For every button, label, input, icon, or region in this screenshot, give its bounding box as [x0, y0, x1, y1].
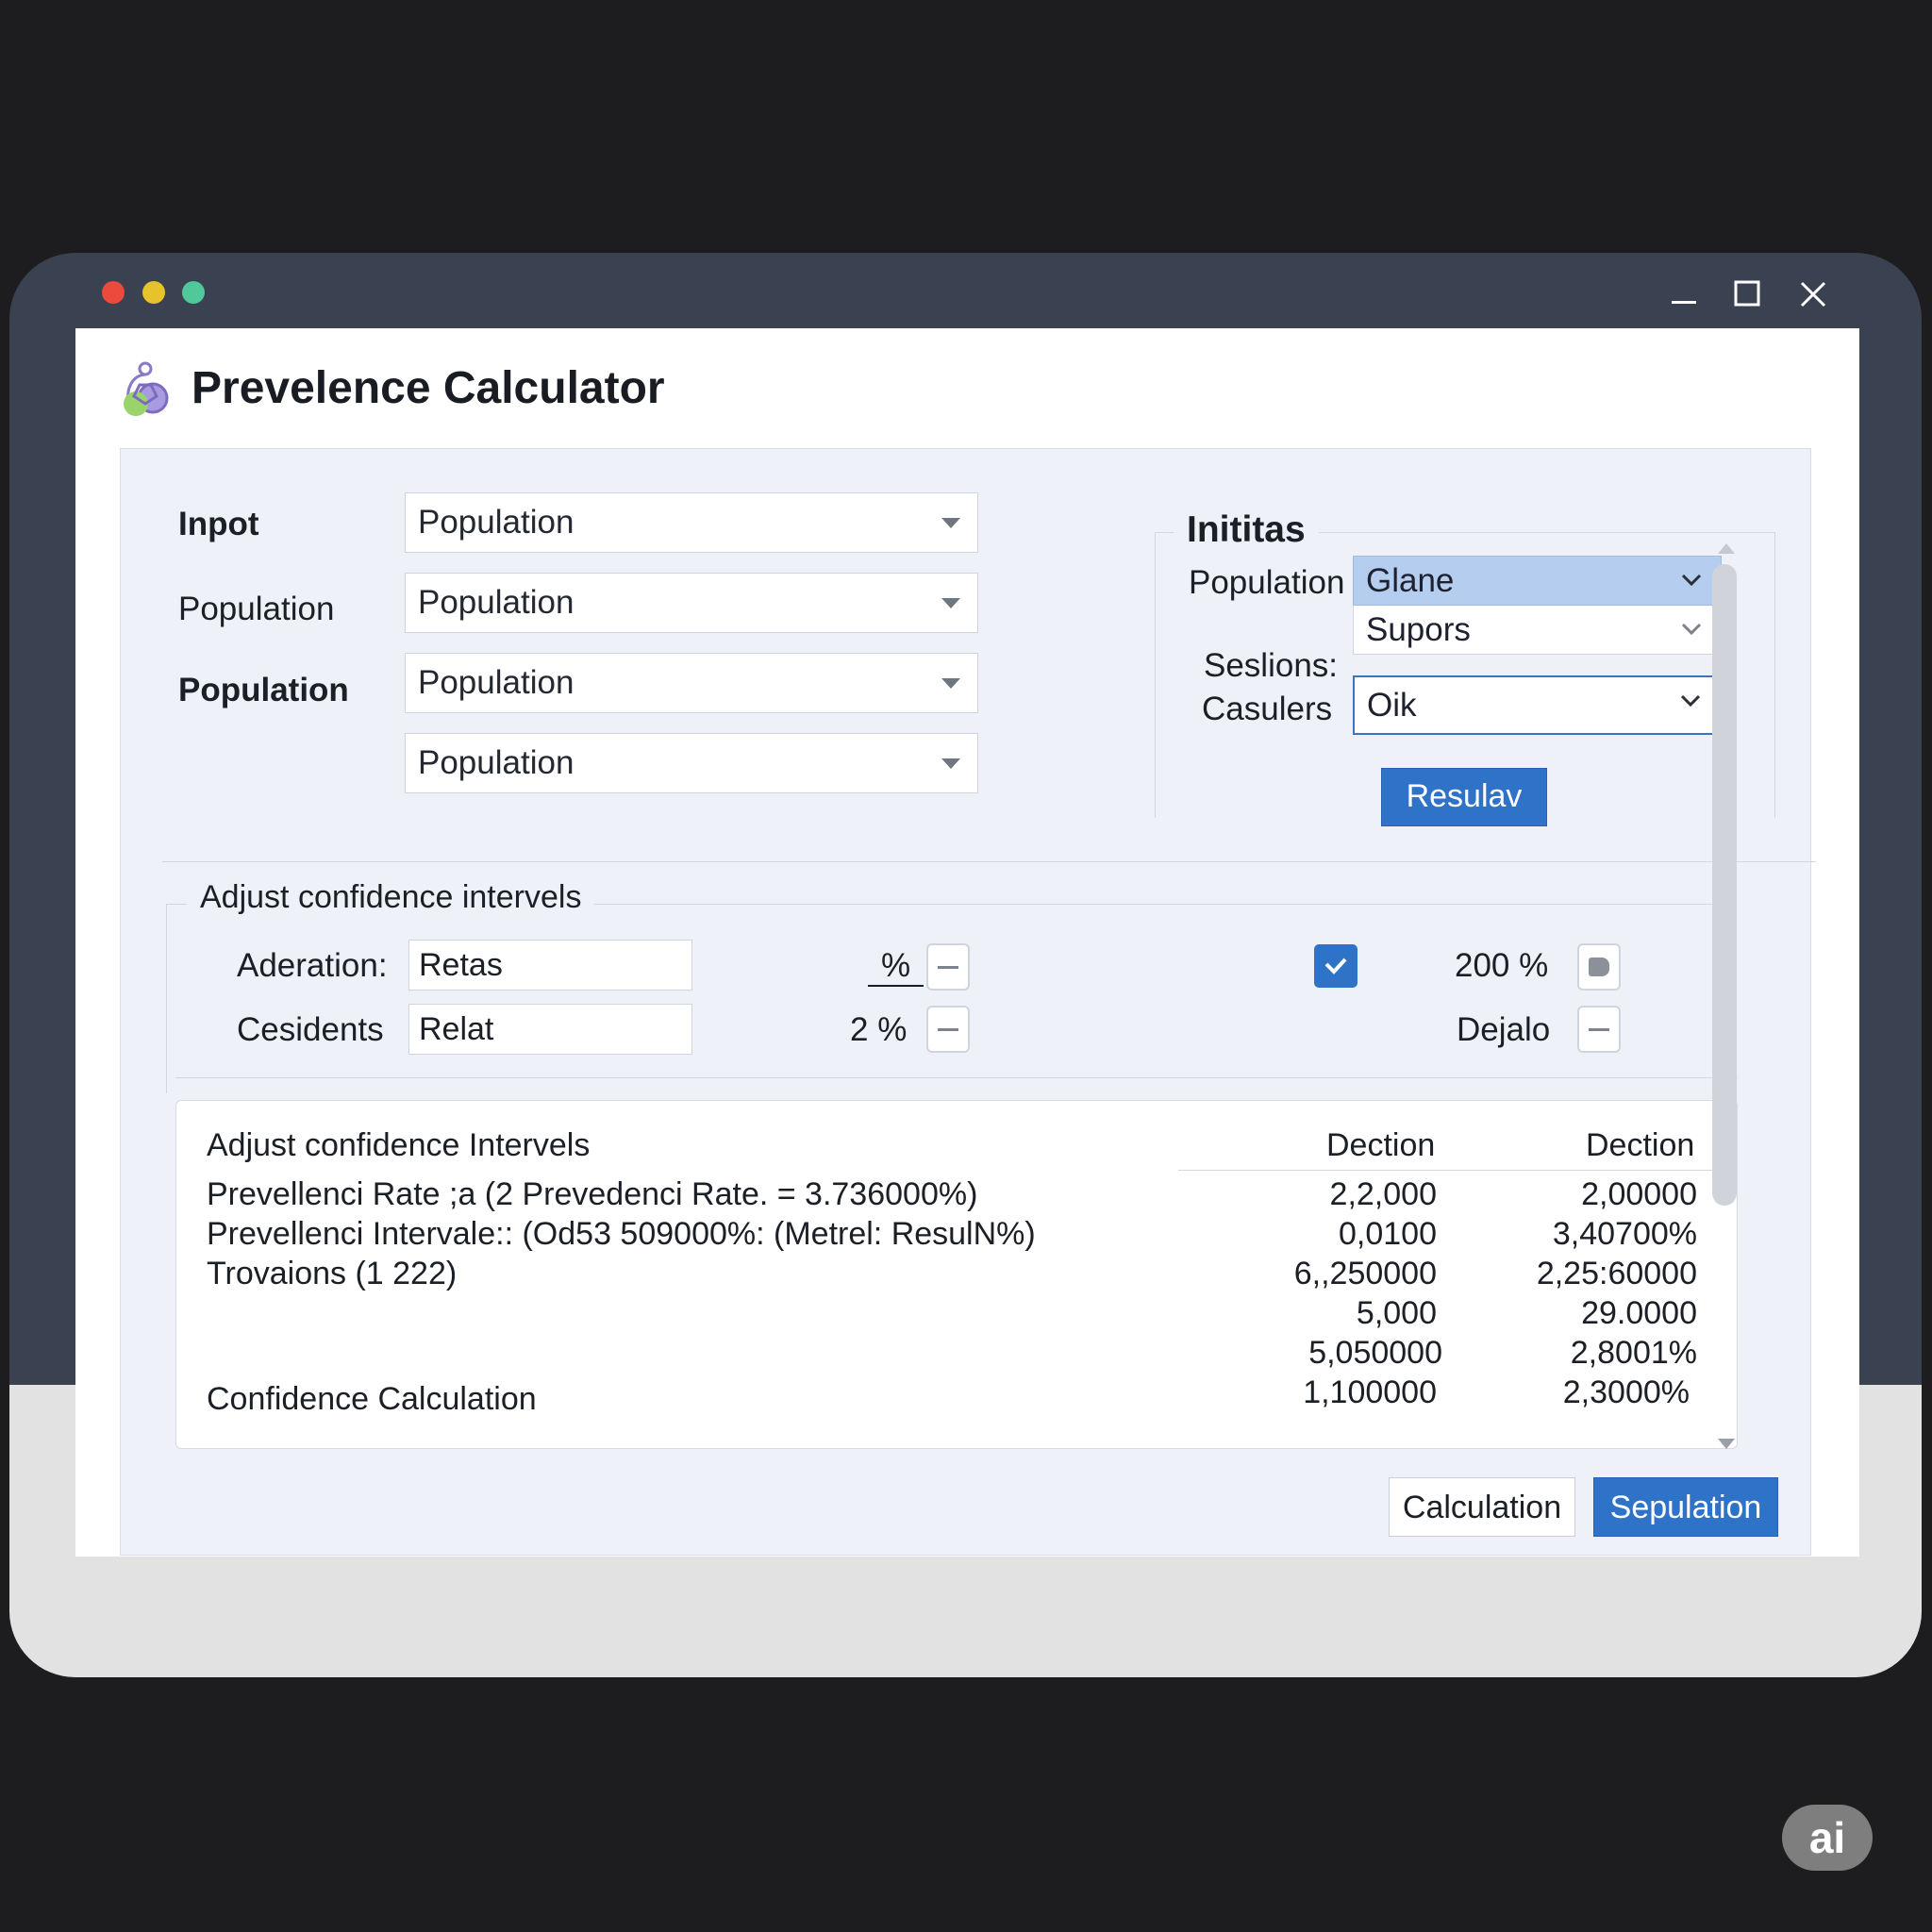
dropdown-arrow-icon	[941, 678, 960, 689]
results-col1-header: Dection	[1326, 1127, 1436, 1163]
minus-icon	[938, 966, 958, 969]
col2-value: 2,8001%	[1570, 1335, 1697, 1371]
minus-icon	[1589, 1028, 1609, 1031]
minimize-dot-icon[interactable]	[142, 281, 165, 304]
toggle-button[interactable]	[1577, 943, 1621, 991]
toggle-knob-icon	[1589, 958, 1609, 976]
population-select-1[interactable]: Population	[405, 573, 978, 633]
aderation-decrement-button[interactable]	[926, 943, 970, 991]
col2-value: 2,3000%	[1562, 1374, 1690, 1410]
population-label-bold: Population	[178, 672, 349, 708]
sessions-dropdown[interactable]: Oik	[1353, 675, 1722, 735]
results-title: Adjust confidence Intervels	[207, 1127, 591, 1163]
col2-value: 29.0000	[1581, 1295, 1697, 1331]
input-select[interactable]: Population	[405, 492, 978, 553]
col2-value: 3,40700%	[1552, 1216, 1697, 1252]
population-select-2-value: Population	[418, 664, 575, 701]
input-label: Inpot	[178, 506, 259, 542]
population-select-2[interactable]: Population	[405, 653, 978, 713]
casulers-label: Casulers	[1202, 691, 1333, 727]
maximize-icon[interactable]	[1726, 274, 1768, 315]
aderation-label: Aderation:	[237, 947, 388, 984]
scroll-up-icon[interactable]	[1718, 543, 1735, 554]
cesidents-unit: 2 %	[850, 1011, 908, 1048]
chevron-down-icon	[1680, 694, 1701, 708]
results-col2-header: Dection	[1586, 1127, 1695, 1163]
dropdown-arrow-icon	[941, 758, 960, 769]
dropdown-arrow-icon	[941, 598, 960, 608]
percent-value: 200 %	[1455, 947, 1549, 984]
dejalo-label: Dejalo	[1457, 1011, 1551, 1048]
watermark-badge: ai	[1782, 1805, 1873, 1871]
dropdown-option-value: Supors	[1366, 611, 1471, 648]
close-icon[interactable]	[1792, 274, 1834, 315]
calculation-button[interactable]: Calculation	[1389, 1477, 1575, 1537]
result-line: Prevellenci Intervale:: (Od53 509000%: (…	[207, 1216, 1036, 1252]
check-icon	[1324, 958, 1347, 974]
scroll-down-icon[interactable]	[1718, 1439, 1735, 1449]
cesidents-input[interactable]: Relat	[408, 1004, 692, 1055]
zoom-dot-icon[interactable]	[182, 281, 205, 304]
population-select-3[interactable]: Population	[405, 733, 978, 793]
confidence-calculation-label: Confidence Calculation	[207, 1381, 537, 1417]
col1-value: 5,000	[1356, 1295, 1437, 1331]
cesidents-label: Cesidents	[237, 1011, 384, 1048]
sessions-dropdown-value: Oik	[1367, 687, 1417, 724]
sepulation-button[interactable]: Sepulation	[1593, 1477, 1778, 1537]
section-divider	[162, 861, 1816, 862]
col1-value: 0,0100	[1339, 1216, 1437, 1252]
col1-value: 6,,250000	[1293, 1256, 1437, 1291]
dejalo-decrement-button[interactable]	[1577, 1006, 1621, 1053]
initials-group-title: Inititas	[1174, 509, 1319, 551]
sessions-label: Seslions:	[1204, 647, 1339, 684]
col2-value: 2,25:60000	[1536, 1256, 1697, 1291]
main-panel: Inpot Population Population Population P…	[120, 448, 1816, 1556]
col1-value: 5,050000	[1308, 1335, 1442, 1371]
population-select-1-value: Population	[418, 584, 575, 621]
vertical-scrollbar[interactable]	[1712, 543, 1737, 1449]
confidence-group	[166, 904, 1729, 1093]
initials-population-label: Population	[1189, 564, 1345, 601]
col1-value: 2,2,000	[1329, 1176, 1437, 1212]
result-line: Prevellenci Rate ;a (2 Prevedenci Rate. …	[207, 1176, 978, 1212]
app-window: Prevelence Calculator Inpot Population P…	[75, 328, 1859, 1557]
population-dropdown-highlighted[interactable]: Glane	[1353, 556, 1722, 606]
section-divider	[175, 1077, 1738, 1078]
app-title: Prevelence Calculator	[192, 363, 665, 413]
aderation-unit: %	[868, 947, 924, 987]
result-button[interactable]: Resulav	[1381, 768, 1547, 826]
confidence-group-title: Adjust confidence intervels	[187, 879, 595, 916]
population-dropdown-option[interactable]: Supors	[1353, 606, 1722, 655]
result-line: Trovaions (1 222)	[207, 1256, 458, 1291]
scrollbar-thumb[interactable]	[1712, 564, 1737, 1206]
population-select-3-value: Population	[418, 744, 575, 781]
chevron-down-icon	[1681, 574, 1702, 587]
minus-icon	[938, 1028, 958, 1031]
dropdown-highlighted-value: Glane	[1366, 562, 1455, 599]
population-label: Population	[178, 591, 335, 627]
aderation-input[interactable]: Retas	[408, 940, 692, 991]
chevron-down-icon	[1681, 623, 1702, 636]
dropdown-arrow-icon	[941, 518, 960, 528]
results-panel: Adjust confidence Intervels Dection Dect…	[175, 1100, 1738, 1449]
cesidents-decrement-button[interactable]	[926, 1006, 970, 1053]
col1-value: 1,100000	[1303, 1374, 1437, 1410]
minimize-icon[interactable]	[1664, 274, 1706, 315]
confidence-checkbox[interactable]	[1314, 944, 1357, 988]
col2-value: 2,00000	[1581, 1176, 1697, 1212]
input-select-value: Population	[418, 504, 575, 541]
window-frame: Prevelence Calculator Inpot Population P…	[9, 253, 1922, 1677]
close-dot-icon[interactable]	[102, 281, 125, 304]
header-divider	[1178, 1170, 1722, 1171]
molecule-logo-icon	[124, 361, 169, 416]
